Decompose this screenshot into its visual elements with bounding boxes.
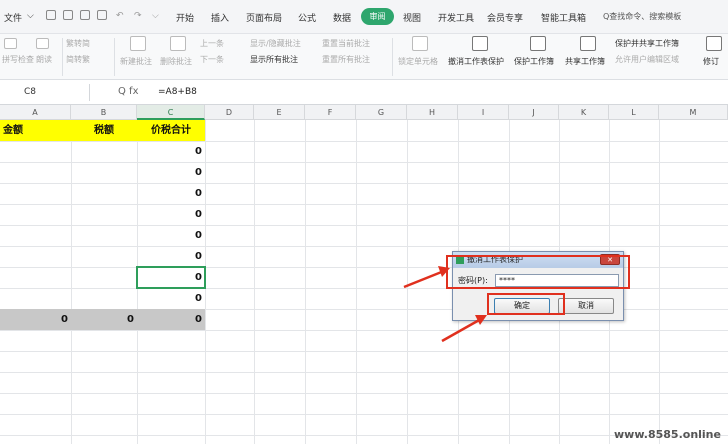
annotation-arrows	[403, 266, 487, 343]
watermark-text: www.8585.online	[614, 428, 721, 441]
